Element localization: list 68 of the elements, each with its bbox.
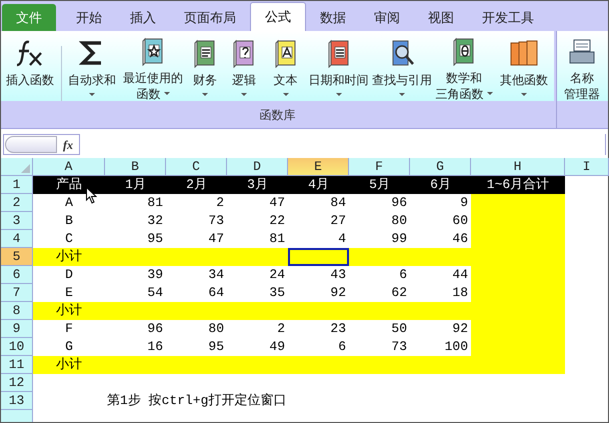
table-cell: 产品 (33, 176, 105, 194)
highlighted-cell (227, 248, 288, 266)
select-all-button[interactable] (1, 158, 33, 176)
ribbon-tab[interactable]: 插入 (116, 4, 170, 32)
row-header[interactable]: 4 (1, 230, 33, 248)
triangle-icon (21, 164, 30, 173)
table-cell: 小计 (33, 248, 105, 266)
ribbon-button[interactable]: 逻辑 (224, 36, 264, 102)
mouse-pointer-icon (86, 187, 97, 204)
ribbon-button[interactable]: 查找与引用 (370, 36, 434, 102)
row-header[interactable] (1, 410, 33, 422)
ribbon-button[interactable]: 日期和时间 (307, 36, 370, 102)
column-header[interactable]: I (565, 158, 609, 176)
table-cell: 1~6月合计 (471, 176, 565, 194)
ribbon-tab[interactable]: 页面布局 (170, 4, 250, 32)
table-cell: 1月 (105, 176, 166, 194)
column-header[interactable]: C (166, 158, 227, 176)
column-header[interactable]: F (349, 158, 410, 176)
table-cell: 6月 (410, 176, 471, 194)
ribbon-button[interactable]: 财务 (186, 36, 224, 102)
row-header[interactable]: 3 (1, 212, 33, 230)
row-header[interactable]: 6 (1, 266, 33, 284)
table-cell: 小计 (33, 302, 105, 320)
row-header[interactable]: 12 (1, 374, 33, 392)
ribbon-tab[interactable]: 视图 (414, 4, 468, 32)
file-tab[interactable]: 文件 (2, 4, 56, 32)
row-header[interactable]: 13 (1, 392, 33, 410)
insert-function-button[interactable]: fx (57, 136, 79, 154)
table-cell: 5月 (349, 176, 410, 194)
formula-input[interactable] (79, 134, 605, 156)
table-cell: 3月 (227, 176, 288, 194)
column-header[interactable]: H (471, 158, 565, 176)
row-header[interactable]: 8 (1, 302, 33, 320)
ribbon-button[interactable]: 插入函数 (1, 36, 59, 102)
ribbon-button[interactable]: 最近使用的 函数 (120, 36, 186, 102)
books-icon (509, 38, 539, 68)
table-cell: 小计 (33, 356, 105, 374)
function-icon (15, 38, 45, 68)
table-cell: 4月 (288, 176, 349, 194)
active-cell[interactable] (288, 248, 349, 266)
ribbon-tab[interactable]: 数据 (306, 4, 360, 32)
column-header[interactable]: A (33, 158, 105, 176)
ribbon-button[interactable]: 数学和 三角函数 (434, 36, 494, 102)
column-header[interactable]: E (288, 158, 349, 176)
row-header[interactable]: 10 (1, 338, 33, 356)
ribbon-tab[interactable]: 审阅 (360, 4, 414, 32)
table-cell: 2月 (166, 176, 227, 194)
ribbon-tab[interactable]: 公式 (250, 2, 306, 32)
column-header[interactable]: B (105, 158, 166, 176)
column-header[interactable]: D (227, 158, 288, 176)
ribbon-button[interactable]: 文本 (264, 36, 307, 102)
row-header[interactable]: 9 (1, 320, 33, 338)
ribbon-tab[interactable]: 开始 (62, 4, 116, 32)
row-header[interactable]: 5 (1, 248, 33, 266)
group-label: 函数库 (260, 106, 296, 124)
column-header[interactable]: G (410, 158, 471, 176)
highlighted-cell (349, 248, 410, 266)
note-text: 第1步 按ctrl+g打开定位窗口 (106, 393, 286, 408)
ribbon-tab[interactable]: 开发工具 (468, 4, 548, 32)
name-box[interactable] (5, 136, 57, 154)
ribbon-button[interactable]: 自动求和 (64, 36, 120, 102)
ribbon-button[interactable]: 其他函数 (494, 36, 554, 102)
row-header[interactable]: 1 (1, 176, 33, 194)
row-header[interactable]: 2 (1, 194, 33, 212)
book-icon (326, 38, 352, 68)
book-icon (272, 38, 298, 68)
row-header[interactable]: 7 (1, 284, 33, 302)
row-header[interactable]: 11 (1, 356, 33, 374)
